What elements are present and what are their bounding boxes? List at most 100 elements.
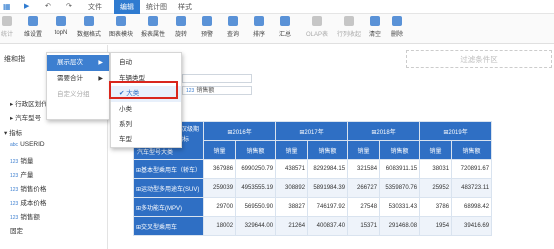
table-cell: 438571 (275, 159, 309, 179)
dimension-settings-menu: 展示层次 ▶ 需要合计 ▶ 自定义分组 (46, 52, 110, 120)
tree-item-sales[interactable]: 123 销量 (10, 155, 33, 165)
panel-title: 维和指 (4, 56, 25, 63)
row-header[interactable]: ⊞交叉型乘用车 (132, 216, 205, 236)
col-revenue: 销售额 (451, 140, 493, 160)
query-icon (228, 16, 238, 26)
table-cell: 720891.67 (451, 159, 493, 179)
stat-icon (2, 16, 12, 26)
rotate-icon (176, 16, 186, 26)
table-cell: 530331.43 (379, 197, 421, 217)
row-header[interactable]: ⊞多功能车(MPV) (132, 197, 205, 217)
chevron-right-icon: ▶ (98, 60, 103, 66)
tree-item-metrics[interactable]: ▾ 指标 (4, 127, 22, 137)
rotate-button[interactable]: 旋转 (168, 16, 194, 38)
menu-chart[interactable]: 统计图 (146, 2, 167, 12)
summary-button[interactable]: 汇总 (272, 16, 298, 38)
col-qty: 销量 (203, 140, 237, 160)
sort-button[interactable]: 排序 (246, 16, 272, 38)
chevron-right-icon: ▶ (98, 76, 103, 82)
collapse-icon (344, 16, 354, 26)
report-icon (148, 16, 158, 26)
table-cell: 308892 (275, 178, 309, 198)
row-field-box[interactable] (182, 74, 252, 83)
table-cell: 25952 (419, 178, 453, 198)
warning-button[interactable]: 预警 (194, 16, 220, 38)
table-cell: 68998.42 (451, 197, 493, 217)
menu-item-display-level[interactable]: 展示层次 ▶ (47, 55, 109, 71)
dimension-icon (28, 16, 38, 26)
table-cell: 8292984.15 (307, 159, 349, 179)
collapse-button[interactable]: 行列收起 (336, 16, 362, 38)
submenu-item-model[interactable]: 车型 (111, 132, 181, 148)
tree-item-model[interactable]: ▸ 汽车型号 (10, 112, 41, 122)
ribbon-toolbar: 统计 维设置 topN 数据格式 图表模块 报表属性 旋转 预警 查询 排序 汇… (0, 14, 554, 44)
year-header-2019[interactable]: ⊞2019年 (419, 121, 493, 141)
measure-field[interactable]: 123 销售额 (182, 86, 252, 95)
chart-module-button[interactable]: 图表模块 (108, 16, 134, 38)
year-header-2017[interactable]: ⊞2017年 (275, 121, 349, 141)
play-icon[interactable]: ▶ (24, 2, 29, 10)
delete-button[interactable]: 删除 (384, 16, 410, 38)
report-props-button[interactable]: 报表属性 (140, 16, 166, 38)
table-cell: 38031 (419, 159, 453, 179)
table-row: ⊞运动型多用途车(SUV) 259039 4953555.19 308892 5… (132, 178, 493, 198)
olap-icon (312, 16, 322, 26)
menu-edit[interactable]: 编辑 (114, 0, 140, 14)
table-cell: 329644.00 (235, 216, 277, 236)
clear-icon (370, 16, 380, 26)
table-cell: 38827 (275, 197, 309, 217)
col-revenue: 销售额 (379, 140, 421, 160)
query-button[interactable]: 查询 (220, 16, 246, 38)
table-cell: 5359870.76 (379, 178, 421, 198)
table-cell: 569550.90 (235, 197, 277, 217)
menu-item-custom-group[interactable]: 自定义分组 (47, 87, 109, 103)
col-qty: 销量 (275, 140, 309, 160)
tree-item-userid[interactable]: abc USERID (10, 141, 45, 148)
table-cell: 259039 (203, 178, 237, 198)
col-revenue: 销售额 (307, 140, 349, 160)
olap-button[interactable]: OLAP表 (304, 16, 330, 38)
pivot-table: 汉级期 指标 汽车型号大类 ⊞2016年 ⊞2017年 ⊞2018年 ⊞2019… (132, 121, 493, 236)
menu-item-need-total[interactable]: 需要合计 ▶ (47, 71, 109, 87)
table-cell: 18002 (203, 216, 237, 236)
undo-icon[interactable]: ↶ (45, 2, 51, 10)
tree-item-revenue[interactable]: 123 销售额 (10, 211, 40, 221)
table-row: ⊞基本型乘用车（轿车） 367986 6990250.79 438571 829… (132, 159, 493, 179)
tree-item-fixed[interactable]: 固定 (10, 225, 23, 235)
dimension-settings-button[interactable]: 维设置 (20, 16, 46, 38)
table-cell: 6990250.79 (235, 159, 277, 179)
highlight-box (109, 81, 178, 99)
col-revenue: 销售额 (235, 140, 277, 160)
table-cell: 266727 (347, 178, 381, 198)
chart-icon (116, 16, 126, 26)
col-qty: 销量 (419, 140, 453, 160)
topn-button[interactable]: topN (48, 16, 74, 36)
topn-icon (56, 16, 66, 26)
table-row: ⊞交叉型乘用车 18002 329644.00 21264 400837.40 … (132, 216, 493, 236)
table-cell: 746197.92 (307, 197, 349, 217)
menu-file[interactable]: 文件 (88, 2, 102, 12)
table-cell: 400837.40 (307, 216, 349, 236)
tree-item-output[interactable]: 123 产量 (10, 169, 33, 179)
submenu-item-minor-class[interactable]: 小类 (111, 102, 181, 118)
grid-icon[interactable]: ▦ (3, 2, 11, 11)
year-header-2018[interactable]: ⊞2018年 (347, 121, 421, 141)
table-cell: 21264 (275, 216, 309, 236)
tree-item-cost[interactable]: 123 成本价格 (10, 197, 46, 207)
row-header[interactable]: ⊞运动型多用途车(SUV) (132, 178, 205, 198)
table-cell: 15371 (347, 216, 381, 236)
year-header-2016[interactable]: ⊞2016年 (203, 121, 277, 141)
data-format-button[interactable]: 数据格式 (76, 16, 102, 38)
redo-icon[interactable]: ↷ (66, 2, 72, 10)
table-cell: 483723.11 (451, 178, 493, 198)
table-cell: 29700 (203, 197, 237, 217)
submenu-item-auto[interactable]: 自动 (111, 55, 181, 71)
format-icon (84, 16, 94, 26)
tree-item-price[interactable]: 123 销售价格 (10, 183, 46, 193)
submenu-item-series[interactable]: 系列 (111, 117, 181, 133)
filter-area[interactable]: 过滤条件区 (406, 50, 552, 68)
stat-button[interactable]: 统计 (0, 16, 20, 38)
row-header[interactable]: ⊞基本型乘用车（轿车） (132, 159, 205, 179)
table-cell: 3786 (419, 197, 453, 217)
menu-style[interactable]: 样式 (178, 2, 192, 12)
